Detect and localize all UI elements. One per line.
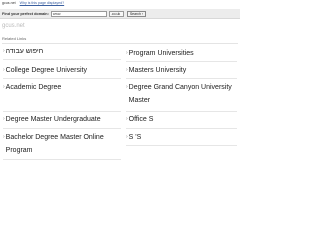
related-link[interactable]: › College Degree University (3, 64, 123, 77)
divider (3, 128, 121, 129)
divider (3, 78, 121, 79)
chevron-right-icon: › (3, 134, 5, 140)
related-link-label: Bachelor Degree Master Online Program (5, 134, 104, 154)
search-label: Find your perfect domain: (2, 11, 49, 16)
divider (3, 111, 121, 112)
chevron-right-icon: › (3, 84, 5, 90)
chevron-right-icon: › (3, 48, 5, 54)
related-link[interactable]: › Degree Grand Canyon University Master (126, 81, 238, 107)
domain-search-bar: Find your perfect domain: www. .co.uk Se… (0, 9, 240, 19)
chevron-right-icon: › (3, 116, 5, 122)
why-displayed-link[interactable]: Why is this page displayed? (20, 1, 65, 5)
divider (3, 59, 121, 60)
divider (126, 111, 237, 112)
site-title: gcus.net (2, 23, 25, 29)
search-button[interactable]: Search › (126, 10, 147, 17)
related-link-label: חיפוש עבודה (5, 48, 44, 55)
related-link[interactable]: › S 'S (126, 131, 238, 144)
related-link-label: Program Universities (128, 50, 194, 57)
divider (126, 145, 237, 146)
related-link-label: Masters University (128, 67, 187, 74)
domain-text: gcus.net (2, 1, 16, 5)
chevron-right-icon: › (126, 134, 128, 140)
divider (2, 43, 238, 44)
related-links-label: Related Links (2, 36, 27, 41)
related-link[interactable]: › Program Universities (126, 47, 238, 60)
related-link[interactable]: › Degree Master Undergraduate (3, 113, 123, 126)
related-link[interactable]: › חיפוש עבודה (3, 45, 123, 58)
chevron-right-icon: › (3, 67, 5, 73)
divider (126, 78, 237, 79)
related-link-label: Degree Grand Canyon University Master (128, 84, 232, 104)
related-link-label: Academic Degree (5, 84, 62, 91)
related-link[interactable]: › Academic Degree (3, 81, 123, 94)
chevron-right-icon: › (126, 84, 128, 90)
related-link[interactable]: › Bachelor Degree Master Online Program (3, 131, 123, 157)
related-link-label: College Degree University (5, 67, 87, 74)
chevron-right-icon: › (126, 116, 128, 122)
divider (3, 159, 121, 160)
related-link-label: Degree Master Undergraduate (5, 116, 101, 123)
top-info-bar: gcus.net Why is this page displayed? (0, 0, 240, 8)
related-link-label: Office S (128, 116, 154, 123)
divider (126, 61, 237, 62)
chevron-right-icon: › (126, 67, 128, 73)
related-link-label: S 'S (128, 134, 142, 141)
related-link[interactable]: › Office S (126, 113, 238, 126)
divider (126, 128, 237, 129)
related-link[interactable]: › Masters University (126, 64, 238, 77)
domain-search-input[interactable]: www. (50, 10, 107, 17)
tld-select[interactable]: .co.uk (108, 10, 124, 17)
chevron-right-icon: › (126, 50, 128, 56)
